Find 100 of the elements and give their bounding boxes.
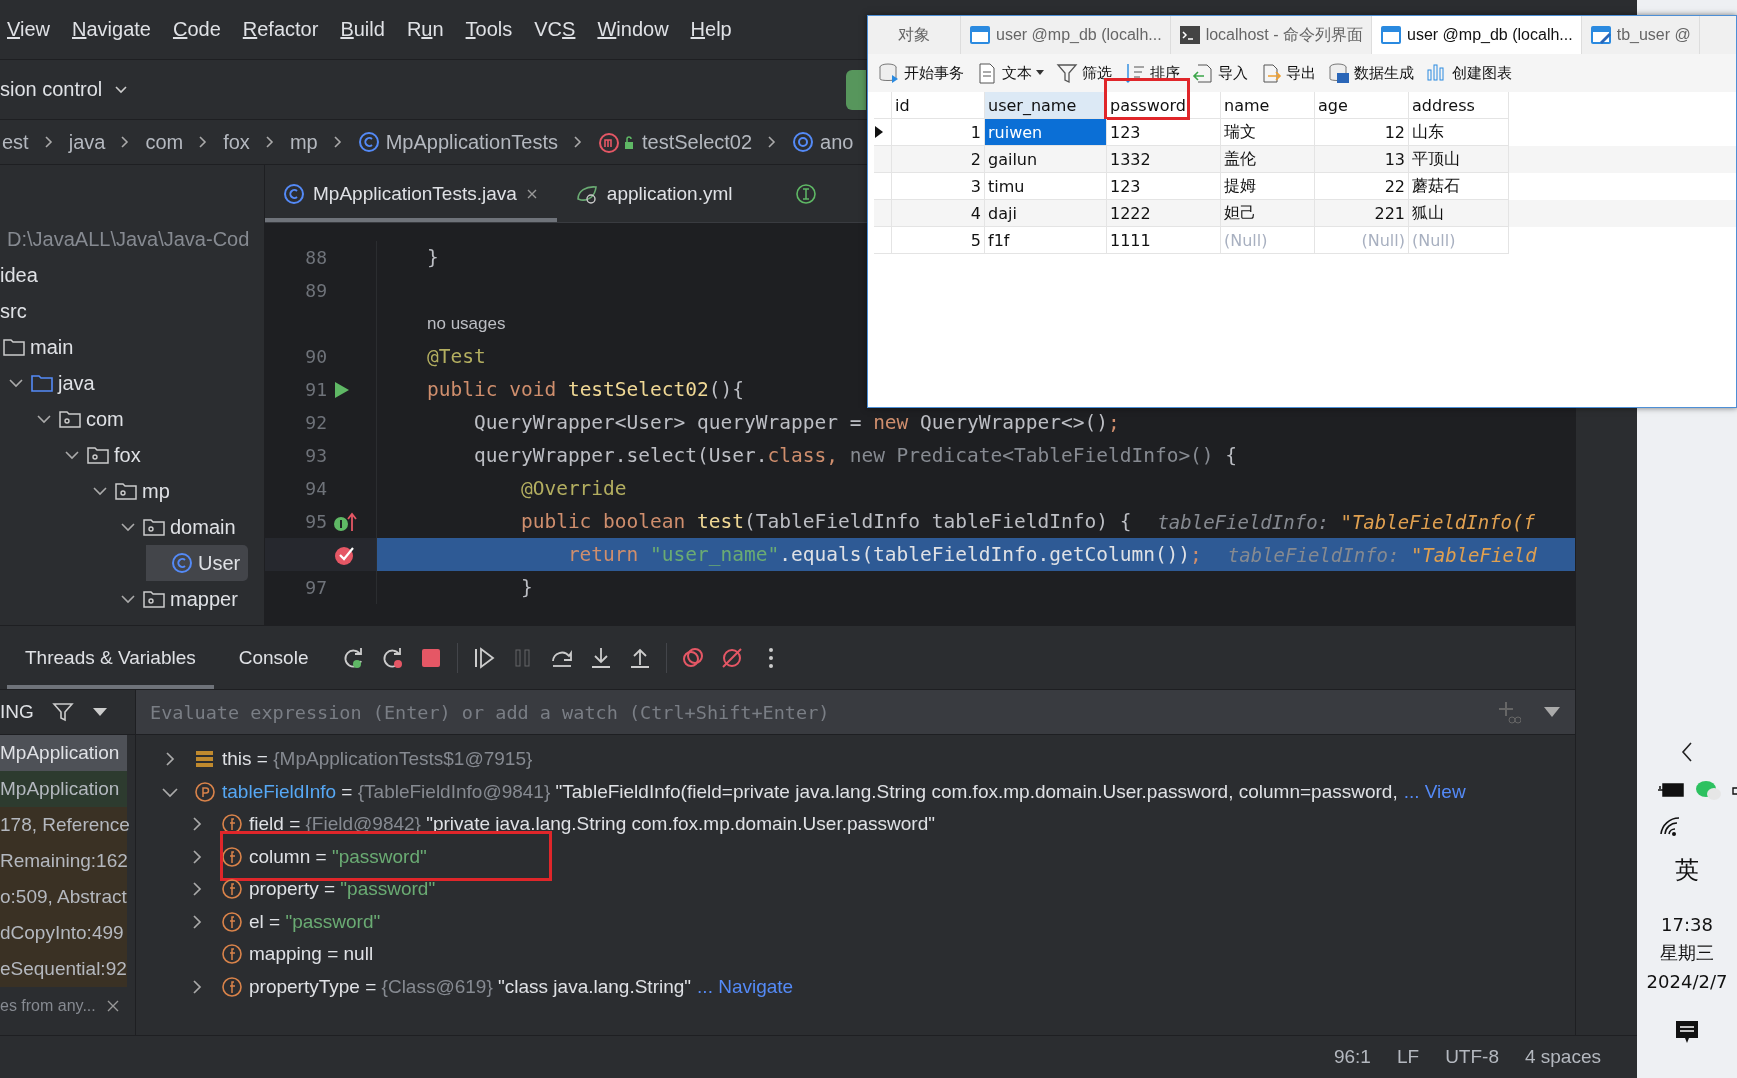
interface-icon[interactable] [794,182,817,205]
table-cell[interactable]: 5 [892,227,985,254]
frames-header: ING [0,701,34,723]
menu-item[interactable]: Code [172,18,221,41]
db-tab[interactable]: user @mp_db (localh... [1372,16,1582,54]
chevron-icon[interactable] [34,412,54,426]
breadcrumb-item[interactable]: fox [223,130,250,154]
breadcrumb-item[interactable]: mp [289,130,318,154]
chevron-icon[interactable] [118,592,138,606]
status-item[interactable]: UTF-8 [1445,1046,1499,1068]
stack-frame[interactable]: eSequential:92 [0,951,127,987]
table-cell[interactable]: 狐山 [1409,200,1509,227]
chevron-icon[interactable] [118,520,138,534]
vcs-widget[interactable]: sion control [0,78,129,101]
breadcrumb-item[interactable]: est [2,130,29,154]
chevron-icon[interactable] [1679,740,1695,764]
toolbar-button[interactable]: 导出 [1260,62,1316,84]
tree-item[interactable]: mp [90,473,248,509]
variable-value: field = {Field@9842} "private java.lang.String com.fox.mp.domain.User.password" [249,813,935,836]
line-number: 93 [305,445,327,466]
evaluate-field[interactable]: Evaluate expression (Enter) or add a watch (Ctrl+Shift+Enter) [136,690,1575,734]
stack-frame[interactable]: dCopyInto:499 [0,915,127,951]
toolbar-button[interactable]: 文本 [976,62,1044,84]
menu-item[interactable]: Navigate [72,18,151,41]
input-method[interactable]: 英 [1675,854,1699,886]
run-icon[interactable] [333,379,351,400]
column-header[interactable]: age [1315,92,1409,119]
line-number: 89 [305,280,327,301]
filter-icon[interactable] [51,701,74,723]
toolbar-button[interactable]: 创建图表 [1426,62,1512,84]
menu-item[interactable]: Help [690,18,732,41]
breadcrumb-item[interactable]: com [145,130,184,154]
table-cell[interactable]: f1f [985,227,1107,254]
menu-item[interactable]: Window [597,18,669,41]
chevron-icon[interactable] [90,484,110,498]
table-cell[interactable]: 221 [1315,200,1409,227]
column-header[interactable]: password [1107,92,1221,119]
expression-input[interactable]: Evaluate expression (Enter) or add a watch (Ctrl+Shift+Enter) [136,700,1473,724]
table-cell[interactable]: 13 [1315,146,1409,173]
breadcrumb-item[interactable]: MpApplicationTests [357,130,558,154]
stack-frame[interactable]: Remaining:162 [0,843,127,879]
table-cell[interactable]: 平顶山 [1409,146,1509,173]
table-cell[interactable]: 盖伦 [1221,146,1315,173]
toolbar-button[interactable]: 数据生成 [1328,62,1414,84]
tree-item[interactable]: User [146,545,248,581]
status-item[interactable]: LF [1396,1046,1420,1068]
tree-item[interactable]: main [0,329,248,365]
menu-item[interactable]: Run [406,18,444,41]
close-icon[interactable] [105,999,120,1013]
view-link[interactable]: ... View [1403,780,1466,803]
view-link[interactable]: ... Navigate [697,975,794,998]
tree-item[interactable]: com [34,401,248,437]
menu-item[interactable]: View [7,18,50,41]
chevron-icon[interactable] [6,376,26,390]
tree-item[interactable]: src [0,293,248,329]
table-cell[interactable]: 1111 [1107,227,1221,254]
breadcrumb-item[interactable]: testSelect02 [598,130,753,154]
table-cell[interactable]: 2 [892,146,985,173]
line-number: 88 [305,247,327,268]
table-cell[interactable]: gailun [985,146,1107,173]
table-cell[interactable]: daji [985,200,1107,227]
variable-value: property = "password" [249,878,436,901]
table-cell[interactable]: 4 [892,200,985,227]
toolbar-button[interactable]: 开始事务 [878,62,964,84]
editor-tab[interactable]: application.yml [556,165,751,222]
table-icon [969,24,991,46]
stack-frame[interactable]: MpApplication [0,771,127,807]
table-cell[interactable]: 1332 [1107,146,1221,173]
stack-frame[interactable]: 178, Reference [0,807,127,843]
tree-item[interactable]: idea [0,257,248,293]
breadcrumb-item[interactable]: java [68,130,106,154]
table-cell[interactable]: 妲己 [1221,200,1315,227]
column-header[interactable]: address [1409,92,1509,119]
table-cell[interactable]: ruiwen [985,119,1107,146]
tree-item[interactable]: D:\JavaALL\Java\Java-Cod [7,221,248,257]
tree-item[interactable]: java [6,365,248,401]
status-item[interactable]: 96:1 [1333,1046,1371,1068]
column-header[interactable]: name [1221,92,1315,119]
menu-item[interactable]: Build [340,18,385,41]
chevron-icon[interactable] [62,448,82,462]
table-cell[interactable]: 1222 [1107,200,1221,227]
dropdown-icon[interactable] [1543,706,1561,718]
battery-icon[interactable] [1657,780,1687,800]
column-header[interactable]: user_name [985,92,1107,119]
tree-item[interactable]: fox [62,437,248,473]
menu-item[interactable]: VCS [534,18,576,41]
breadcrumb-item[interactable]: ano [792,130,854,154]
run-button[interactable] [846,69,867,110]
editor-tab[interactable]: MpApplicationTests.java [265,165,557,222]
stack-frame[interactable]: MpApplication [0,735,127,771]
dropdown-icon[interactable] [91,707,108,717]
status-item[interactable]: 4 spaces [1524,1046,1601,1068]
debug-tab[interactable]: Console [220,626,327,689]
tree-item[interactable]: mapper [118,581,248,617]
toolbar-button[interactable]: 导入 [1192,62,1248,84]
implements-icon[interactable] [333,510,357,533]
tree-item[interactable]: domain [118,509,248,545]
menu-item[interactable]: Tools [465,18,513,41]
menu-item[interactable]: Refactor [242,18,319,41]
stack-frame[interactable]: o:509, Abstract [0,879,127,915]
